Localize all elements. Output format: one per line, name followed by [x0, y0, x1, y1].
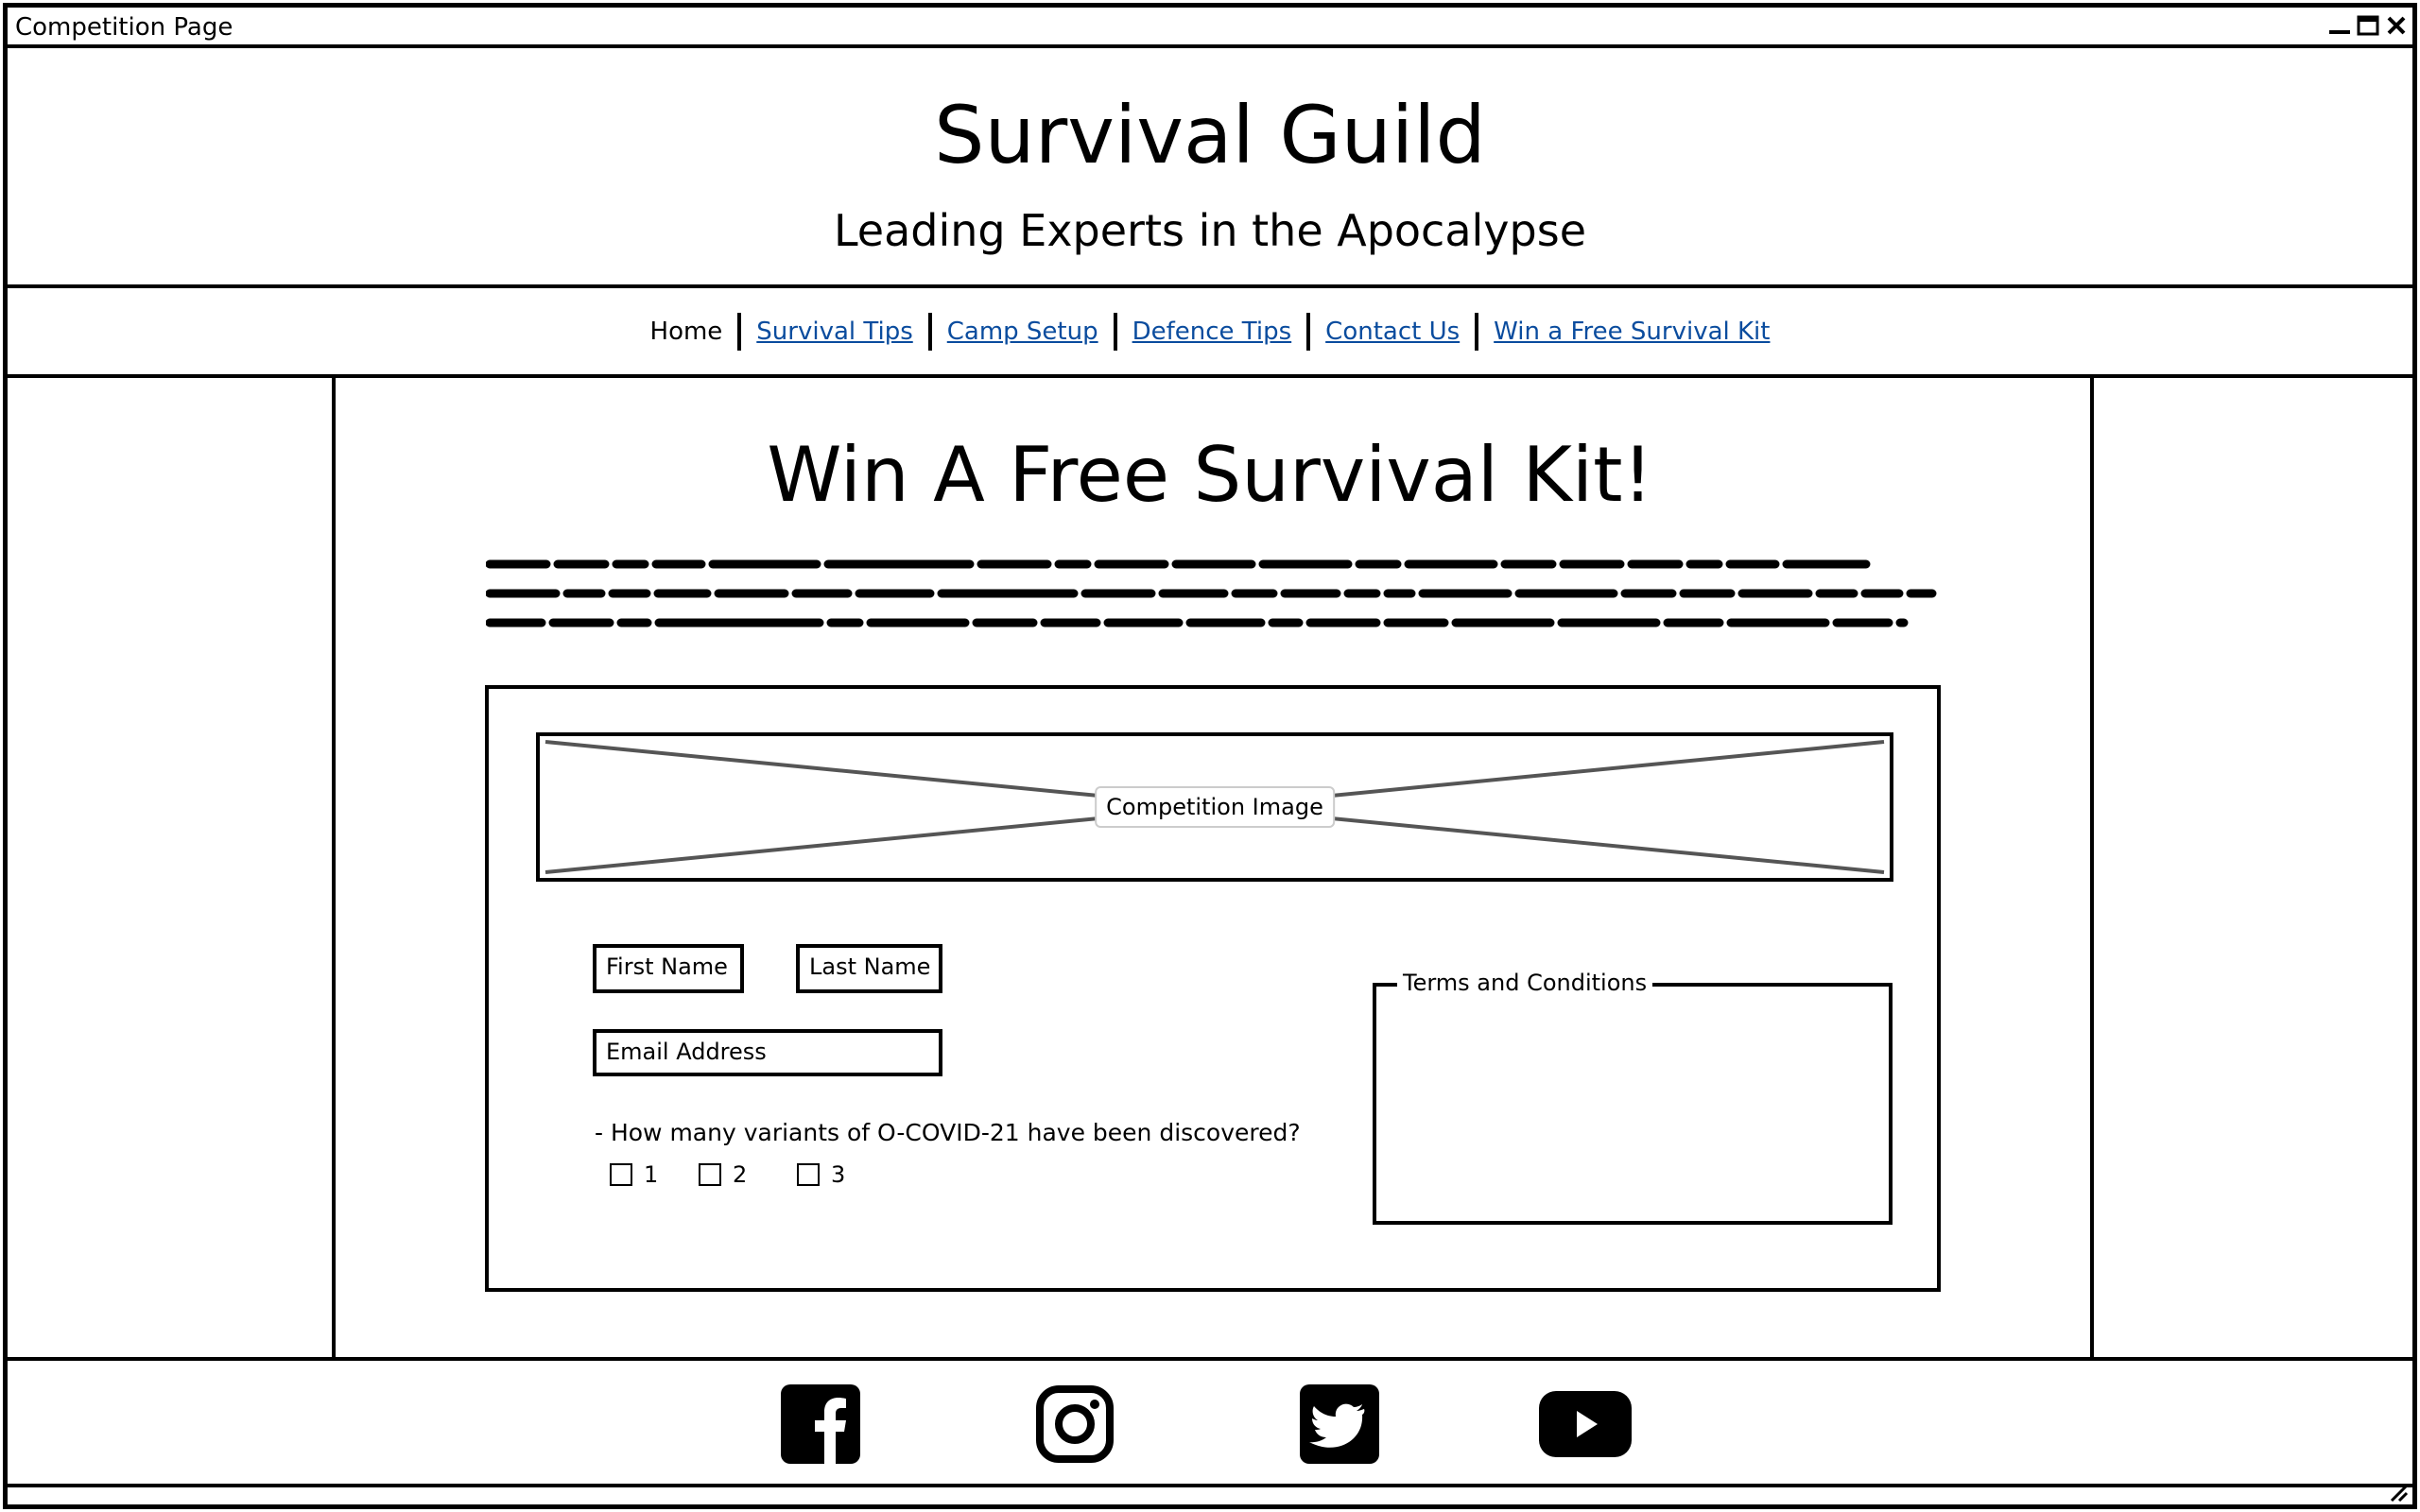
left-column-divider — [332, 378, 336, 1361]
nav-item-survival-tips[interactable]: Survival Tips — [741, 318, 927, 346]
last-name-field[interactable]: Last Name — [796, 944, 942, 993]
first-name-field[interactable]: First Name — [593, 944, 744, 993]
nav-item-camp-setup[interactable]: Camp Setup — [932, 318, 1114, 346]
close-icon[interactable] — [2384, 14, 2409, 37]
checkbox[interactable] — [699, 1163, 721, 1186]
site-tagline: Leading Experts in the Apocalypse — [833, 205, 1586, 256]
site-title: Survival Guild — [934, 89, 1486, 181]
youtube-icon[interactable] — [1539, 1389, 1632, 1459]
facebook-icon[interactable] — [781, 1384, 860, 1464]
terms-title: Terms and Conditions — [1397, 970, 1653, 996]
terms-and-conditions-box[interactable]: Terms and Conditions — [1373, 970, 1893, 1225]
answer-option-3[interactable]: 3 — [797, 1161, 845, 1188]
checkbox[interactable] — [610, 1163, 632, 1186]
main-nav: Home Survival Tips Camp Setup Defence Ti… — [8, 288, 2412, 378]
checkbox[interactable] — [797, 1163, 820, 1186]
maximize-icon[interactable] — [2356, 14, 2380, 37]
nav-item-defence-tips[interactable]: Defence Tips — [1117, 318, 1307, 346]
competition-panel: Competition Image First Name Last Name E… — [485, 685, 1941, 1292]
answer-option-1[interactable]: 1 — [610, 1161, 658, 1188]
competition-image-label: Competition Image — [1095, 786, 1335, 828]
option-label: 1 — [644, 1161, 659, 1188]
nav-item-contact-us[interactable]: Contact Us — [1310, 318, 1475, 346]
site-header: Survival Guild Leading Experts in the Ap… — [8, 48, 2412, 288]
email-field[interactable]: Email Address — [593, 1029, 942, 1076]
right-column-divider — [2090, 378, 2094, 1361]
status-bar-divider — [8, 1484, 2412, 1487]
competition-image: Competition Image — [536, 732, 1893, 882]
nav-item-win-survival-kit[interactable]: Win a Free Survival Kit — [1478, 318, 1785, 346]
competition-question: - How many variants of O-COVID-21 have b… — [595, 1119, 1301, 1146]
option-label: 3 — [831, 1161, 846, 1188]
page-heading: Win A Free Survival Kit! — [767, 431, 1653, 519]
answer-option-2[interactable]: 2 — [699, 1161, 747, 1188]
footer-divider — [8, 1357, 2412, 1361]
option-label: 2 — [733, 1161, 748, 1188]
nav-item-home[interactable]: Home — [635, 318, 738, 346]
instagram-icon[interactable] — [1035, 1384, 1115, 1464]
minimize-icon[interactable] — [2327, 14, 2352, 37]
twitter-icon[interactable] — [1300, 1384, 1379, 1464]
title-bar: Competition Page — [8, 8, 2412, 48]
browser-window: Competition Page Survival Guild Leading … — [3, 3, 2417, 1509]
window-title: Competition Page — [15, 13, 233, 42]
resize-grip-icon[interactable] — [2388, 1482, 2409, 1503]
placeholder-paragraph — [486, 559, 1937, 627]
